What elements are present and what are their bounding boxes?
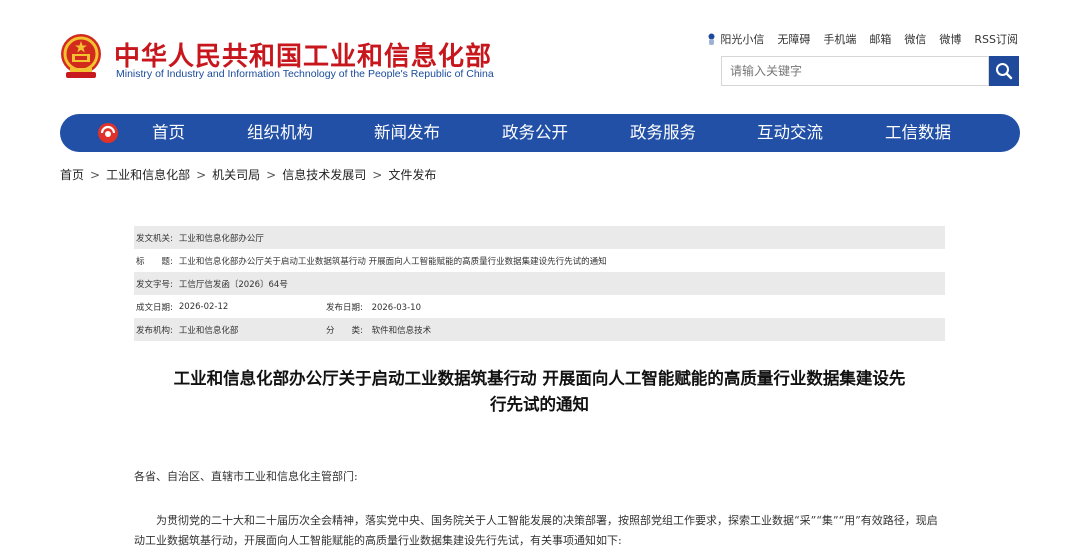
title-value: 工业和信息化部办公厅关于启动工业数据筑基行动 开展面向人工智能赋能的高质量行业数… [178, 256, 607, 267]
published-date-label: 发布日期: [326, 302, 363, 313]
search-input[interactable] [722, 57, 988, 85]
document-salutation: 各省、自治区、直辖市工业和信息化主管部门: [134, 470, 358, 483]
issuer-value: 工业和信息化部办公厅 [178, 233, 264, 244]
breadcrumb-separator: > [90, 168, 101, 182]
national-emblem-icon [61, 34, 101, 78]
toplink-mail[interactable]: 邮箱 [869, 31, 891, 47]
main-nav: 首页 组织机构 新闻发布 政务公开 政务服务 互动交流 工信数据 [60, 114, 1020, 152]
nav-gov-services[interactable]: 政务服务 [630, 114, 696, 152]
breadcrumb: 首页 > 工业和信息化部 > 机关司局 > 信息技术发展司 > 文件发布 [60, 166, 436, 183]
nav-home[interactable]: 首页 [152, 114, 185, 152]
search-button[interactable] [989, 56, 1019, 86]
search-field [721, 56, 989, 86]
breadcrumb-separator: > [372, 168, 383, 182]
nav-gov-affairs[interactable]: 政务公开 [502, 114, 568, 152]
published-date-value: 2026-03-10 [371, 302, 421, 313]
issuer-label: 发文机关: [136, 233, 173, 244]
docno-label: 发文字号: [136, 279, 173, 290]
category-label: 分 类: [326, 325, 363, 336]
toplink-mobile[interactable]: 手机端 [823, 31, 856, 47]
site-title-english: Ministry of Industry and Information Tec… [116, 68, 494, 80]
toplink-accessibility[interactable]: 无障碍 [777, 31, 810, 47]
meta-row-agency: 发布机构: 工业和信息化部 分 类: 软件和信息技术 [134, 318, 945, 341]
breadcrumb-it-dept[interactable]: 信息技术发展司 [282, 168, 366, 182]
top-links: 阳光小信 无障碍 手机端 邮箱 微信 微博 RSS订阅 [707, 31, 1018, 47]
agency-label: 发布机构: [136, 325, 173, 336]
written-date-value: 2026-02-12 [178, 301, 229, 312]
breadcrumb-separator: > [266, 168, 277, 182]
document-paragraph: 为贯彻党的二十大和二十届历次全会精神，落实党中央、国务院关于人工智能发展的决策部… [134, 514, 938, 547]
title-label: 标 题: [136, 256, 173, 267]
docno-value: 工信厅信发函〔2026〕64号 [178, 279, 288, 290]
breadcrumb-ministry[interactable]: 工业和信息化部 [106, 168, 190, 182]
toplink-weibo[interactable]: 微博 [939, 31, 961, 47]
nav-organization[interactable]: 组织机构 [247, 114, 313, 152]
category-value: 软件和信息技术 [371, 325, 432, 336]
nav-data[interactable]: 工信数据 [885, 114, 951, 152]
breadcrumb-file-release[interactable]: 文件发布 [388, 168, 436, 182]
meta-row-dates: 成文日期: 2026-02-12 发布日期: 2026-03-10 [134, 295, 945, 318]
nav-interaction[interactable]: 互动交流 [757, 114, 823, 152]
meta-row-issuer: 发文机关: 工业和信息化部办公厅 [134, 226, 945, 249]
breadcrumb-home[interactable]: 首页 [60, 168, 84, 182]
toplink-label: 阳光小信 [720, 33, 765, 46]
toplink-sunshine[interactable]: 阳光小信 [707, 31, 764, 47]
search-icon [996, 63, 1013, 80]
document-title: 工业和信息化部办公厅关于启动工业数据筑基行动 开展面向人工智能赋能的高质量行业数… [134, 366, 945, 418]
toplink-wechat[interactable]: 微信 [904, 31, 926, 47]
document-title-line-1: 工业和信息化部办公厅关于启动工业数据筑基行动 开展面向人工智能赋能的高质量行业数… [173, 369, 906, 388]
miit-logo-icon [98, 123, 118, 143]
meta-row-title: 标 题: 工业和信息化部办公厅关于启动工业数据筑基行动 开展面向人工智能赋能的高… [134, 249, 945, 272]
sunshine-mascot-icon [708, 33, 715, 45]
document-title-line-2: 行先试的通知 [490, 395, 589, 414]
document-metadata-table: 发文机关: 工业和信息化部办公厅 标 题: 工业和信息化部办公厅关于启动工业数据… [134, 226, 945, 341]
meta-row-docno: 发文字号: 工信厅信发函〔2026〕64号 [134, 272, 945, 295]
breadcrumb-separator: > [196, 168, 207, 182]
agency-value: 工业和信息化部 [178, 325, 239, 336]
nav-news[interactable]: 新闻发布 [374, 114, 440, 152]
breadcrumb-departments[interactable]: 机关司局 [212, 168, 260, 182]
written-date-label: 成文日期: [136, 302, 173, 313]
toplink-rss[interactable]: RSS订阅 [974, 31, 1018, 47]
